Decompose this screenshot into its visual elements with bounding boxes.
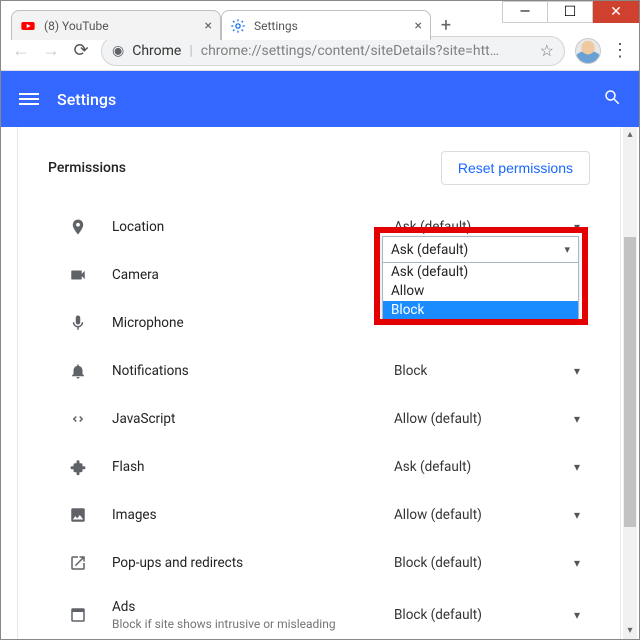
camera-option-block[interactable]: Block (383, 301, 578, 320)
puzzle-icon (66, 458, 90, 476)
tab-strip: (8) YouTube × Settings × + (11, 6, 461, 40)
scrollbar-thumb[interactable] (624, 237, 636, 527)
window-minimize-button[interactable]: — (502, 1, 548, 23)
microphone-icon (66, 314, 90, 332)
gear-icon (230, 18, 246, 34)
hamburger-menu-icon[interactable] (19, 90, 39, 108)
reset-permissions-button[interactable]: Reset permissions (441, 151, 590, 185)
browser-tab-settings[interactable]: Settings × (221, 10, 431, 40)
youtube-icon (20, 18, 36, 34)
reload-button[interactable]: ⟳ (71, 40, 91, 61)
bell-icon (66, 362, 90, 380)
permission-row-images: Images Allow (default) (48, 491, 590, 539)
permission-row-flash: Flash Ask (default) (48, 443, 590, 491)
profile-avatar[interactable] (575, 38, 601, 64)
flash-select[interactable]: Ask (default) (384, 452, 590, 482)
permission-row-javascript: JavaScript Allow (default) (48, 395, 590, 443)
omnibox-url: chrome://settings/content/siteDetails?si… (201, 43, 532, 59)
permission-row-notifications: Notifications Block (48, 347, 590, 395)
images-select[interactable]: Allow (default) (384, 500, 590, 530)
overflow-menu-icon[interactable]: ⋮ (611, 40, 629, 61)
ads-icon (66, 606, 90, 624)
window-titlebar: (8) YouTube × Settings × + — ☐ ✕ (1, 1, 639, 31)
address-bar[interactable]: ◉ Chrome | chrome://settings/content/sit… (101, 36, 565, 66)
close-icon[interactable]: × (415, 18, 422, 34)
close-icon[interactable]: × (205, 18, 212, 34)
new-tab-button[interactable]: + (431, 10, 461, 40)
forward-button[interactable]: → (41, 40, 61, 61)
window-maximize-button[interactable]: ☐ (547, 1, 593, 23)
permission-row-ads: AdsBlock if site shows intrusive or misl… (48, 587, 590, 639)
search-icon[interactable] (603, 88, 621, 111)
camera-dropdown-open[interactable]: Ask (default) Ask (default) Allow Block (382, 236, 579, 321)
camera-icon (66, 266, 90, 284)
tab-title: Settings (254, 19, 407, 33)
permissions-panel: Permissions Reset permissions Location A… (17, 127, 621, 639)
popups-select[interactable]: Block (default) (384, 548, 590, 578)
location-icon (66, 218, 90, 236)
scroll-up-arrow[interactable]: ▴ (623, 127, 637, 143)
chrome-icon: ◉ (112, 43, 124, 59)
omnibox-label: Chrome (132, 43, 181, 59)
permission-row-popups: Pop-ups and redirects Block (default) (48, 539, 590, 587)
tab-title: (8) YouTube (44, 19, 197, 33)
popup-icon (66, 554, 90, 572)
code-icon (66, 410, 90, 428)
settings-header: Settings (1, 71, 639, 127)
window-close-button[interactable]: ✕ (593, 1, 639, 23)
camera-dropdown-selected[interactable]: Ask (default) (383, 237, 578, 263)
javascript-select[interactable]: Allow (default) (384, 404, 590, 434)
permissions-title: Permissions (48, 160, 441, 176)
window-controls: — ☐ ✕ (503, 1, 639, 23)
ads-select[interactable]: Block (default) (384, 600, 590, 630)
scroll-down-arrow[interactable]: ▾ (623, 623, 637, 639)
camera-option-ask[interactable]: Ask (default) (383, 263, 578, 282)
image-icon (66, 506, 90, 524)
page-title: Settings (57, 90, 603, 109)
vertical-scrollbar[interactable]: ▴ ▾ (623, 127, 637, 639)
bookmark-star-icon[interactable]: ☆ (540, 41, 554, 60)
camera-option-allow[interactable]: Allow (383, 282, 578, 301)
back-button[interactable]: ← (11, 40, 31, 61)
notifications-select[interactable]: Block (384, 356, 590, 386)
browser-tab-youtube[interactable]: (8) YouTube × (11, 10, 221, 40)
